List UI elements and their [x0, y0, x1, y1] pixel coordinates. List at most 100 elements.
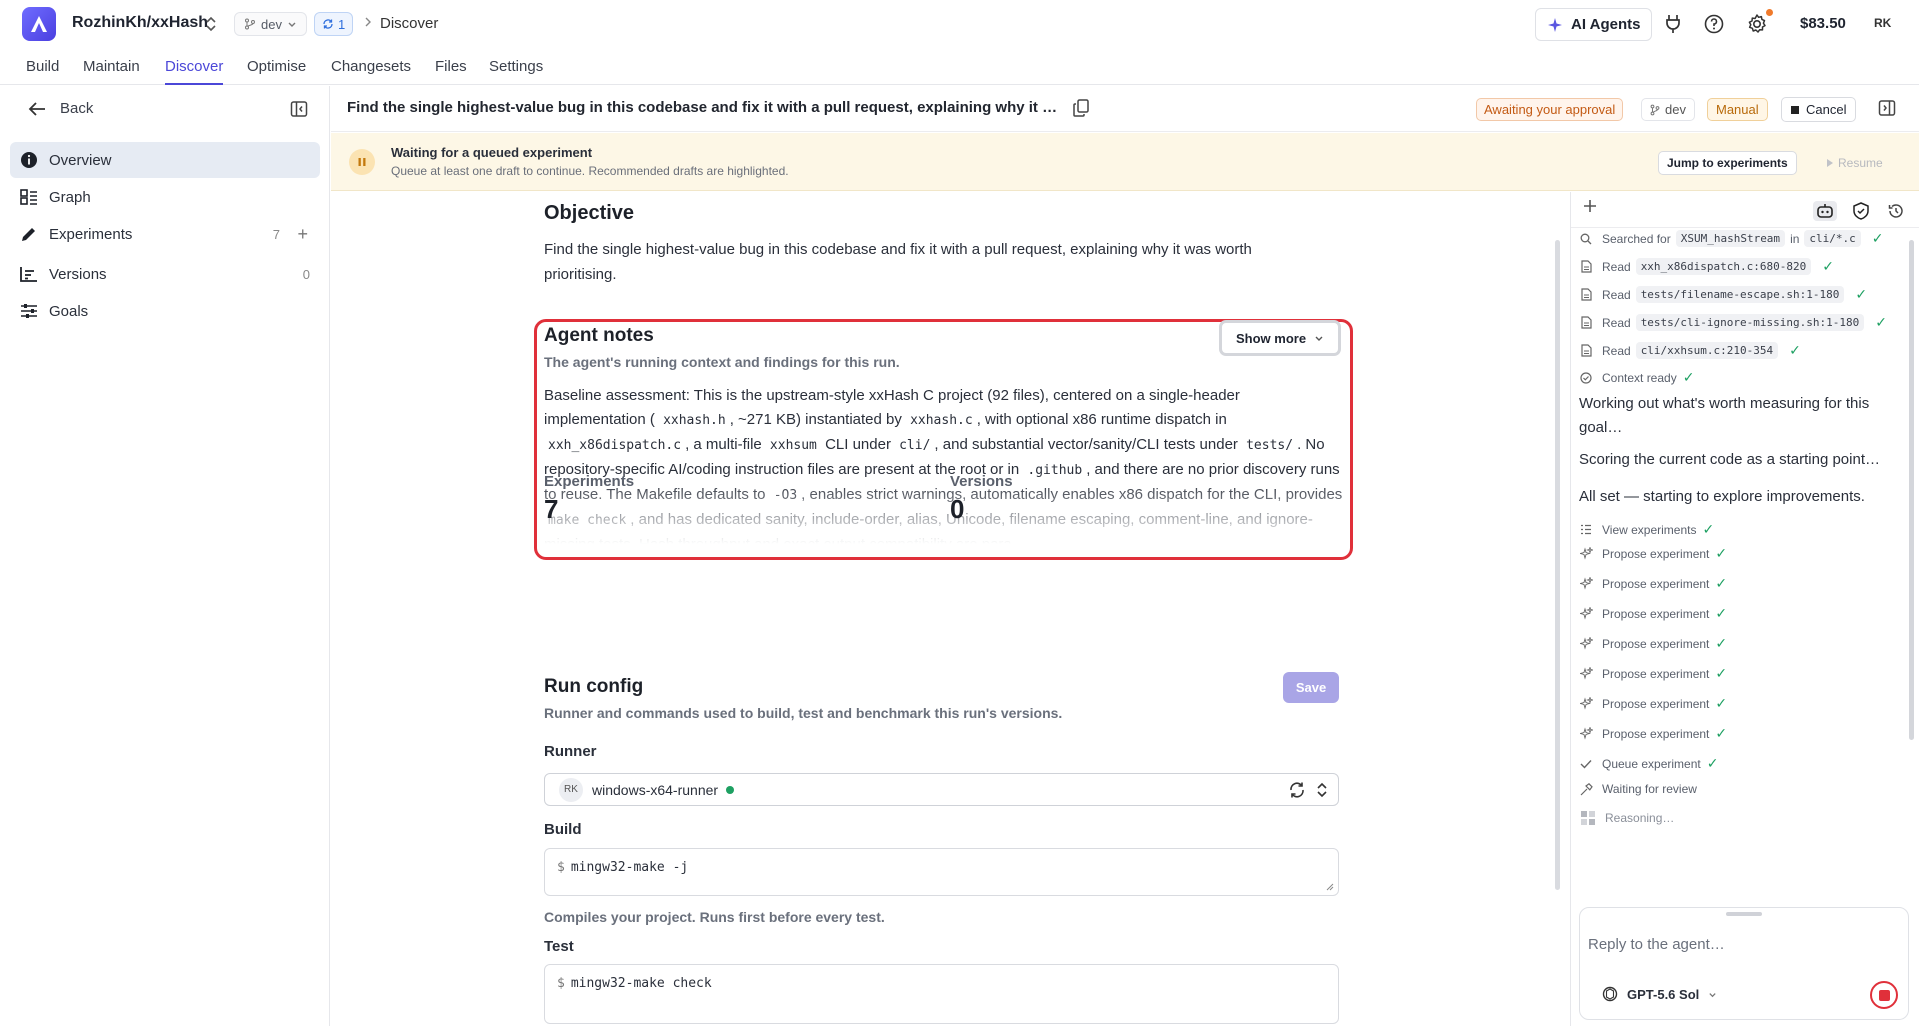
main-tabs: Build Maintain Discover Optimise Changes…: [0, 50, 1919, 85]
ai-agents-button[interactable]: AI Agents: [1535, 8, 1653, 41]
tab-files[interactable]: Files: [435, 58, 467, 83]
repo-switch-icon[interactable]: [205, 15, 217, 33]
reply-composer[interactable]: Reply to the agent… GPT-5.6 Sol: [1579, 907, 1909, 1020]
sidebar-item-goals[interactable]: Goals: [10, 293, 320, 329]
back-button[interactable]: Back: [28, 100, 93, 117]
sidebar-item-label: Versions: [49, 265, 107, 283]
log-propose: Propose experiment ✓: [1579, 605, 1727, 622]
waiting-banner: Waiting for a queued experiment Queue at…: [331, 133, 1919, 191]
runner-select[interactable]: RK windows-x64-runner: [544, 773, 1339, 806]
main-scrollbar[interactable]: [1555, 240, 1560, 890]
log-view-experiments: View experiments ✓: [1579, 521, 1714, 538]
log-chip: tests/filename-escape.sh:1-180: [1635, 286, 1845, 303]
plug-icon[interactable]: [1661, 12, 1685, 36]
back-label: Back: [60, 100, 94, 117]
sparkles-icon: [1579, 547, 1593, 561]
stop-generation-button[interactable]: [1870, 981, 1898, 1009]
show-more-button[interactable]: Show more: [1219, 320, 1342, 356]
cancel-button[interactable]: Cancel: [1781, 97, 1857, 122]
test-command-text: mingw32-make check: [570, 976, 712, 991]
gear-icon[interactable]: [1745, 12, 1769, 36]
log-label: Context ready: [1602, 370, 1677, 385]
file-icon: [1579, 344, 1593, 358]
robot-icon[interactable]: [1813, 201, 1837, 221]
tab-optimise[interactable]: Optimise: [247, 58, 306, 83]
log-label: Propose experiment: [1602, 666, 1710, 681]
log-reasoning: Reasoning…: [1579, 809, 1674, 826]
log-label: Waiting for review: [1602, 782, 1697, 796]
log-propose: Propose experiment ✓: [1579, 575, 1727, 592]
sync-count: 1: [338, 16, 346, 32]
user-avatar[interactable]: RK: [1874, 16, 1891, 30]
tab-settings[interactable]: Settings: [489, 58, 543, 83]
notes-text-part: , with optional x86 runtime dispatch in: [976, 411, 1227, 428]
tab-changesets[interactable]: Changesets: [331, 58, 411, 83]
notes-text-part: , enables strict warnings, automatically…: [801, 486, 1343, 503]
branch-selector[interactable]: dev: [234, 12, 307, 36]
sidebar-item-label: Graph: [49, 188, 91, 206]
resume-label: Resume: [1838, 156, 1883, 170]
chevron-down-icon: [288, 22, 296, 27]
model-selector[interactable]: GPT-5.6 Sol: [1602, 986, 1717, 1002]
account-balance[interactable]: $83.50: [1800, 15, 1846, 32]
check-icon: ✓: [1855, 286, 1868, 302]
sparkles-icon: [1579, 577, 1593, 591]
save-button[interactable]: Save: [1283, 672, 1339, 703]
arrow-left-icon: [28, 101, 45, 116]
resume-button[interactable]: Resume: [1818, 151, 1891, 175]
log-propose: Propose experiment ✓: [1579, 635, 1727, 652]
sidebar: Back Overview Graph Experiments 7 + Vers…: [0, 86, 330, 1026]
main-content: Objective Find the single highest-value …: [331, 192, 1569, 1026]
sparkles-icon: [1579, 637, 1593, 651]
sidebar-item-versions[interactable]: Versions 0: [10, 256, 320, 292]
pencil-icon: [19, 224, 39, 244]
log-label: Propose experiment: [1602, 546, 1710, 561]
new-thread-button[interactable]: [1583, 199, 1597, 213]
notification-dot: [1766, 9, 1773, 16]
sidebar-item-overview[interactable]: Overview: [10, 142, 320, 178]
build-command-input[interactable]: $ mingw32-make -j: [544, 848, 1339, 896]
collapse-sidebar-icon[interactable]: [290, 100, 308, 118]
agent-panel-scrollbar[interactable]: [1909, 240, 1914, 740]
runner-online-dot: [726, 785, 735, 794]
branch-icon: [245, 18, 255, 30]
mode-badge: Manual: [1707, 98, 1768, 121]
notes-text-part: CLI under: [825, 436, 891, 453]
tab-discover[interactable]: Discover: [165, 58, 224, 85]
tab-build[interactable]: Build: [26, 58, 59, 83]
notes-code: xxh_x86dispatch.c: [548, 438, 682, 453]
check-icon: ✓: [1715, 665, 1728, 681]
log-label: Propose experiment: [1602, 696, 1710, 711]
log-label: Propose experiment: [1602, 636, 1710, 651]
check-icon: ✓: [1822, 258, 1834, 274]
log-label: View experiments: [1602, 522, 1697, 537]
shield-check-icon[interactable]: [1849, 201, 1873, 221]
tab-maintain[interactable]: Maintain: [83, 58, 140, 83]
repo-name[interactable]: RozhinKh/xxHash: [72, 14, 208, 32]
jump-to-experiments-button[interactable]: Jump to experiments: [1658, 151, 1797, 175]
help-icon[interactable]: [1702, 12, 1726, 36]
add-experiment-button[interactable]: +: [297, 224, 308, 245]
resize-handle-icon[interactable]: [1326, 883, 1334, 891]
copy-icon[interactable]: [1073, 99, 1089, 117]
sync-badge[interactable]: 1: [314, 12, 354, 36]
sidebar-item-experiments[interactable]: Experiments 7 +: [10, 216, 320, 252]
shell-prompt: $: [557, 976, 565, 991]
test-command-input[interactable]: $ mingw32-make check: [544, 964, 1339, 1024]
sidebar-item-graph[interactable]: Graph: [10, 179, 320, 215]
branch-name: dev: [1665, 102, 1686, 117]
top-bar: RozhinKh/xxHash dev 1 Discover AI Agents…: [0, 0, 1919, 48]
app-logo-icon[interactable]: [22, 7, 56, 41]
toggle-panel-icon[interactable]: [1878, 99, 1896, 117]
composer-resize-handle[interactable]: [1726, 912, 1762, 916]
notes-code: xxhsum: [769, 438, 817, 453]
history-icon[interactable]: [1884, 201, 1908, 221]
select-updown-icon[interactable]: [1316, 781, 1328, 799]
check-icon: ✓: [1789, 342, 1801, 358]
openai-icon: [1602, 986, 1618, 1002]
agent-notes-text: Baseline assessment: This is the upstrea…: [544, 384, 1344, 544]
circle-check-icon: [1579, 371, 1593, 385]
agent-message: All set — starting to explore improvemen…: [1579, 488, 1865, 505]
reply-input[interactable]: Reply to the agent…: [1588, 936, 1725, 953]
refresh-icon[interactable]: [1288, 781, 1306, 799]
